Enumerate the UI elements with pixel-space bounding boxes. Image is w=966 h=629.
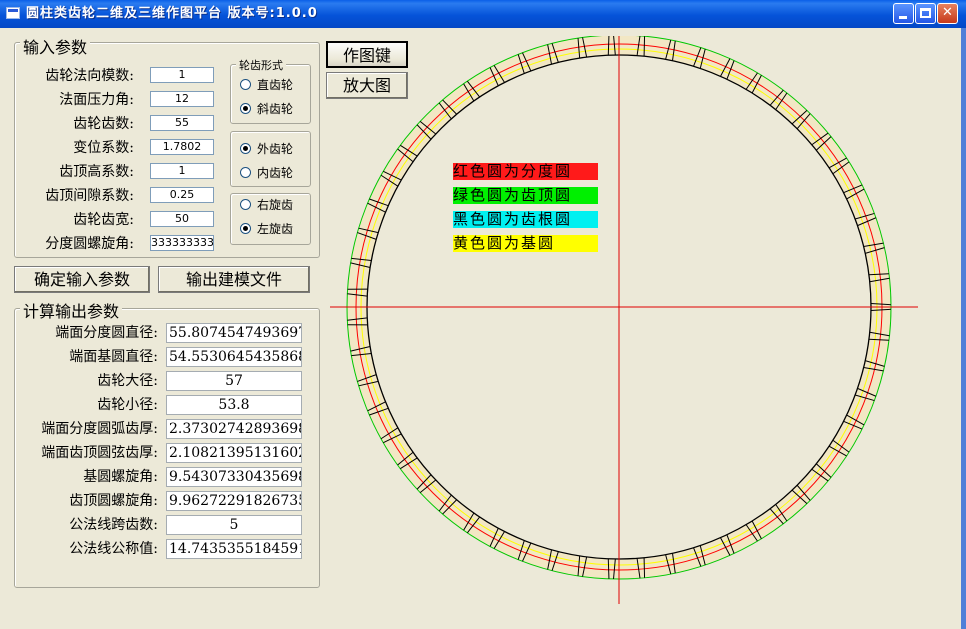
gear-drawing-canvas xyxy=(330,36,918,604)
radio-label: 直齿轮 xyxy=(257,78,294,92)
output-label: 公法线公称值: xyxy=(69,541,158,557)
close-button[interactable]: ✕ xyxy=(937,3,958,24)
input-label: 分度圆螺旋角: xyxy=(45,236,134,252)
radio-right-hand[interactable]: 右旋齿 xyxy=(240,196,293,213)
output-label: 齿轮小径: xyxy=(97,397,158,413)
output-field: 5 xyxy=(166,515,302,535)
radio-circle-icon xyxy=(240,167,251,178)
input-field[interactable]: 1 xyxy=(150,67,214,83)
close-icon: ✕ xyxy=(942,5,953,20)
output-field: 9.96272291826735 xyxy=(166,491,302,511)
radio-label: 外齿轮 xyxy=(257,142,294,156)
radio-selected-icon xyxy=(240,143,251,154)
app-icon xyxy=(6,7,20,19)
confirm-params-button[interactable]: 确定输入参数 xyxy=(14,266,150,293)
output-field: 54.5530645435868 xyxy=(166,347,302,367)
output-params-title: 计算输出参数 xyxy=(20,298,123,322)
input-label: 齿顶间隙系数: xyxy=(45,188,134,204)
output-label: 端面基圆直径: xyxy=(69,349,158,365)
radio-label: 左旋齿 xyxy=(257,222,294,236)
output-field: 55.8074547493697 xyxy=(166,323,302,343)
input-label: 齿轮齿数: xyxy=(73,116,134,132)
input-field[interactable]: 1 xyxy=(150,163,214,179)
radio-circle-icon xyxy=(240,199,251,210)
input-label: 齿轮法向模数: xyxy=(45,68,134,84)
maximize-button[interactable] xyxy=(915,3,936,24)
radio-left-hand[interactable]: 左旋齿 xyxy=(240,220,293,237)
legend-pitch-circle: 红色圆为分度圆 xyxy=(453,163,598,180)
input-field[interactable]: 1.7802 xyxy=(150,139,214,155)
minimize-icon xyxy=(899,16,907,19)
radio-selected-icon xyxy=(240,223,251,234)
output-field: 2.37302742893698 xyxy=(166,419,302,439)
output-field: 14.7435355184591 xyxy=(166,539,302,559)
output-field: 2.10821395131602 xyxy=(166,443,302,463)
legend-root-circle: 黑色圆为齿根圆 xyxy=(453,211,598,228)
input-field[interactable]: 0.25 xyxy=(150,187,214,203)
minimize-button[interactable] xyxy=(893,3,914,24)
output-label: 齿轮大径: xyxy=(97,373,158,389)
export-model-button[interactable]: 输出建模文件 xyxy=(158,266,310,293)
output-label: 基圆螺旋角: xyxy=(83,469,158,485)
radio-spur-gear[interactable]: 直齿轮 xyxy=(240,76,293,93)
output-label: 端面齿顶圆弦齿厚: xyxy=(41,445,158,461)
legend-tip-circle: 绿色圆为齿顶圆 xyxy=(453,187,598,204)
radio-external-gear[interactable]: 外齿轮 xyxy=(240,140,293,157)
input-field[interactable]: 3333333333 xyxy=(150,235,214,251)
output-field: 53.8 xyxy=(166,395,302,415)
output-label: 端面分度圆弧齿厚: xyxy=(41,421,158,437)
maximize-icon xyxy=(920,8,931,18)
window-right-border xyxy=(961,28,966,629)
input-label: 齿轮齿宽: xyxy=(73,212,134,228)
input-field[interactable]: 55 xyxy=(150,115,214,131)
output-field: 57 xyxy=(166,371,302,391)
tooth-flank xyxy=(607,36,610,56)
input-params-title: 输入参数 xyxy=(20,34,91,58)
input-label: 齿顶高系数: xyxy=(59,164,134,180)
radio-helical-gear[interactable]: 斜齿轮 xyxy=(240,100,293,117)
title-bar: 圆柱类齿轮二维及三维作图平台 版本号:1.0.0 ✕ xyxy=(0,0,966,28)
output-label: 齿顶圆螺旋角: xyxy=(69,493,158,509)
legend-base-circle: 黄色圆为基圆 xyxy=(453,235,598,252)
tooth-form-title: 轮齿形式 xyxy=(236,57,286,73)
radio-circle-icon xyxy=(240,79,251,90)
output-field: 9.54307330435698 xyxy=(166,467,302,487)
radio-selected-icon xyxy=(240,103,251,114)
output-label: 公法线跨齿数: xyxy=(69,517,158,533)
radio-label: 内齿轮 xyxy=(257,166,294,180)
input-field[interactable]: 12 xyxy=(150,91,214,107)
client-area: 输入参数 齿轮法向模数: 1 法面压力角: 12 齿轮齿数: 55 变位系数: 1.7802 齿… xyxy=(0,28,966,629)
input-field[interactable]: 50 xyxy=(150,211,214,227)
output-label: 端面分度圆直径: xyxy=(55,325,158,341)
input-label: 法面压力角: xyxy=(59,92,134,108)
tooth-flank xyxy=(607,558,610,579)
radio-internal-gear[interactable]: 内齿轮 xyxy=(240,164,293,181)
input-label: 变位系数: xyxy=(73,140,134,156)
radio-label: 右旋齿 xyxy=(257,198,294,212)
radio-label: 斜齿轮 xyxy=(257,102,294,116)
window-title: 圆柱类齿轮二维及三维作图平台 版本号:1.0.0 xyxy=(26,6,318,21)
